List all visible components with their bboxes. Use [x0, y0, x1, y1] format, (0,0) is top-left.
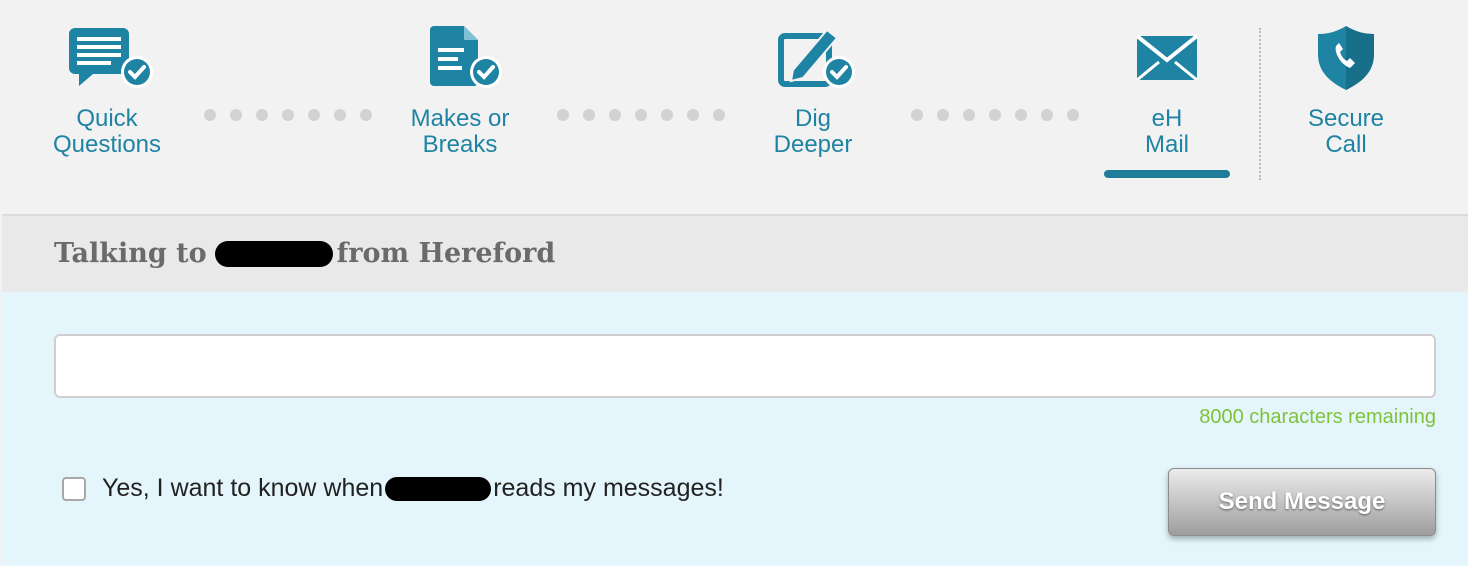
document-check-icon [430, 26, 502, 88]
read-receipt-label-prefix: Yes, I want to know when [102, 474, 384, 502]
step-label: Secure Call [1307, 105, 1385, 158]
step-dig-deeper[interactable]: Dig Deeper [713, 0, 913, 200]
speech-bubble-check-icon [69, 28, 153, 88]
step-connector [204, 109, 372, 121]
title-prefix: Talking to [54, 238, 207, 269]
redacted-name [385, 476, 492, 501]
conversation-header: Talking to from Hereford [2, 214, 1468, 292]
read-receipt-label-suffix: reads my messages! [493, 474, 724, 502]
compose-area: 8000 characters remaining Yes, I want to… [2, 292, 1468, 566]
step-label: Dig Deeper [773, 105, 853, 158]
characters-remaining: 8000 characters remaining [1199, 406, 1436, 428]
step-quick-questions[interactable]: Quick Questions [7, 0, 207, 200]
step-connector [557, 109, 725, 121]
step-label: eH Mail [1144, 105, 1189, 158]
shield-phone-icon [1318, 26, 1374, 90]
conversation-title: Talking to from Hereford [54, 238, 555, 269]
step-label: Quick Questions [52, 105, 162, 158]
step-connector [911, 109, 1079, 121]
read-receipt-option[interactable]: Yes, I want to know when reads my messag… [62, 474, 724, 503]
step-label: Makes or Breaks [410, 105, 510, 158]
envelope-icon [1135, 34, 1199, 82]
title-suffix: from Hereford [336, 238, 556, 269]
redacted-name [214, 240, 333, 267]
send-message-button[interactable]: Send Message [1168, 468, 1436, 536]
step-secure-call[interactable]: Secure Call [1246, 0, 1446, 200]
read-receipt-checkbox[interactable] [62, 476, 86, 501]
pencil-check-icon [778, 28, 855, 88]
message-input[interactable] [54, 334, 1436, 398]
active-step-indicator [1104, 170, 1230, 178]
page: Quick Questions Makes or Breaks Dig Deep… [0, 0, 1468, 566]
step-makes-or-breaks[interactable]: Makes or Breaks [360, 0, 560, 200]
step-navigation: Quick Questions Makes or Breaks Dig Deep… [0, 0, 1468, 214]
